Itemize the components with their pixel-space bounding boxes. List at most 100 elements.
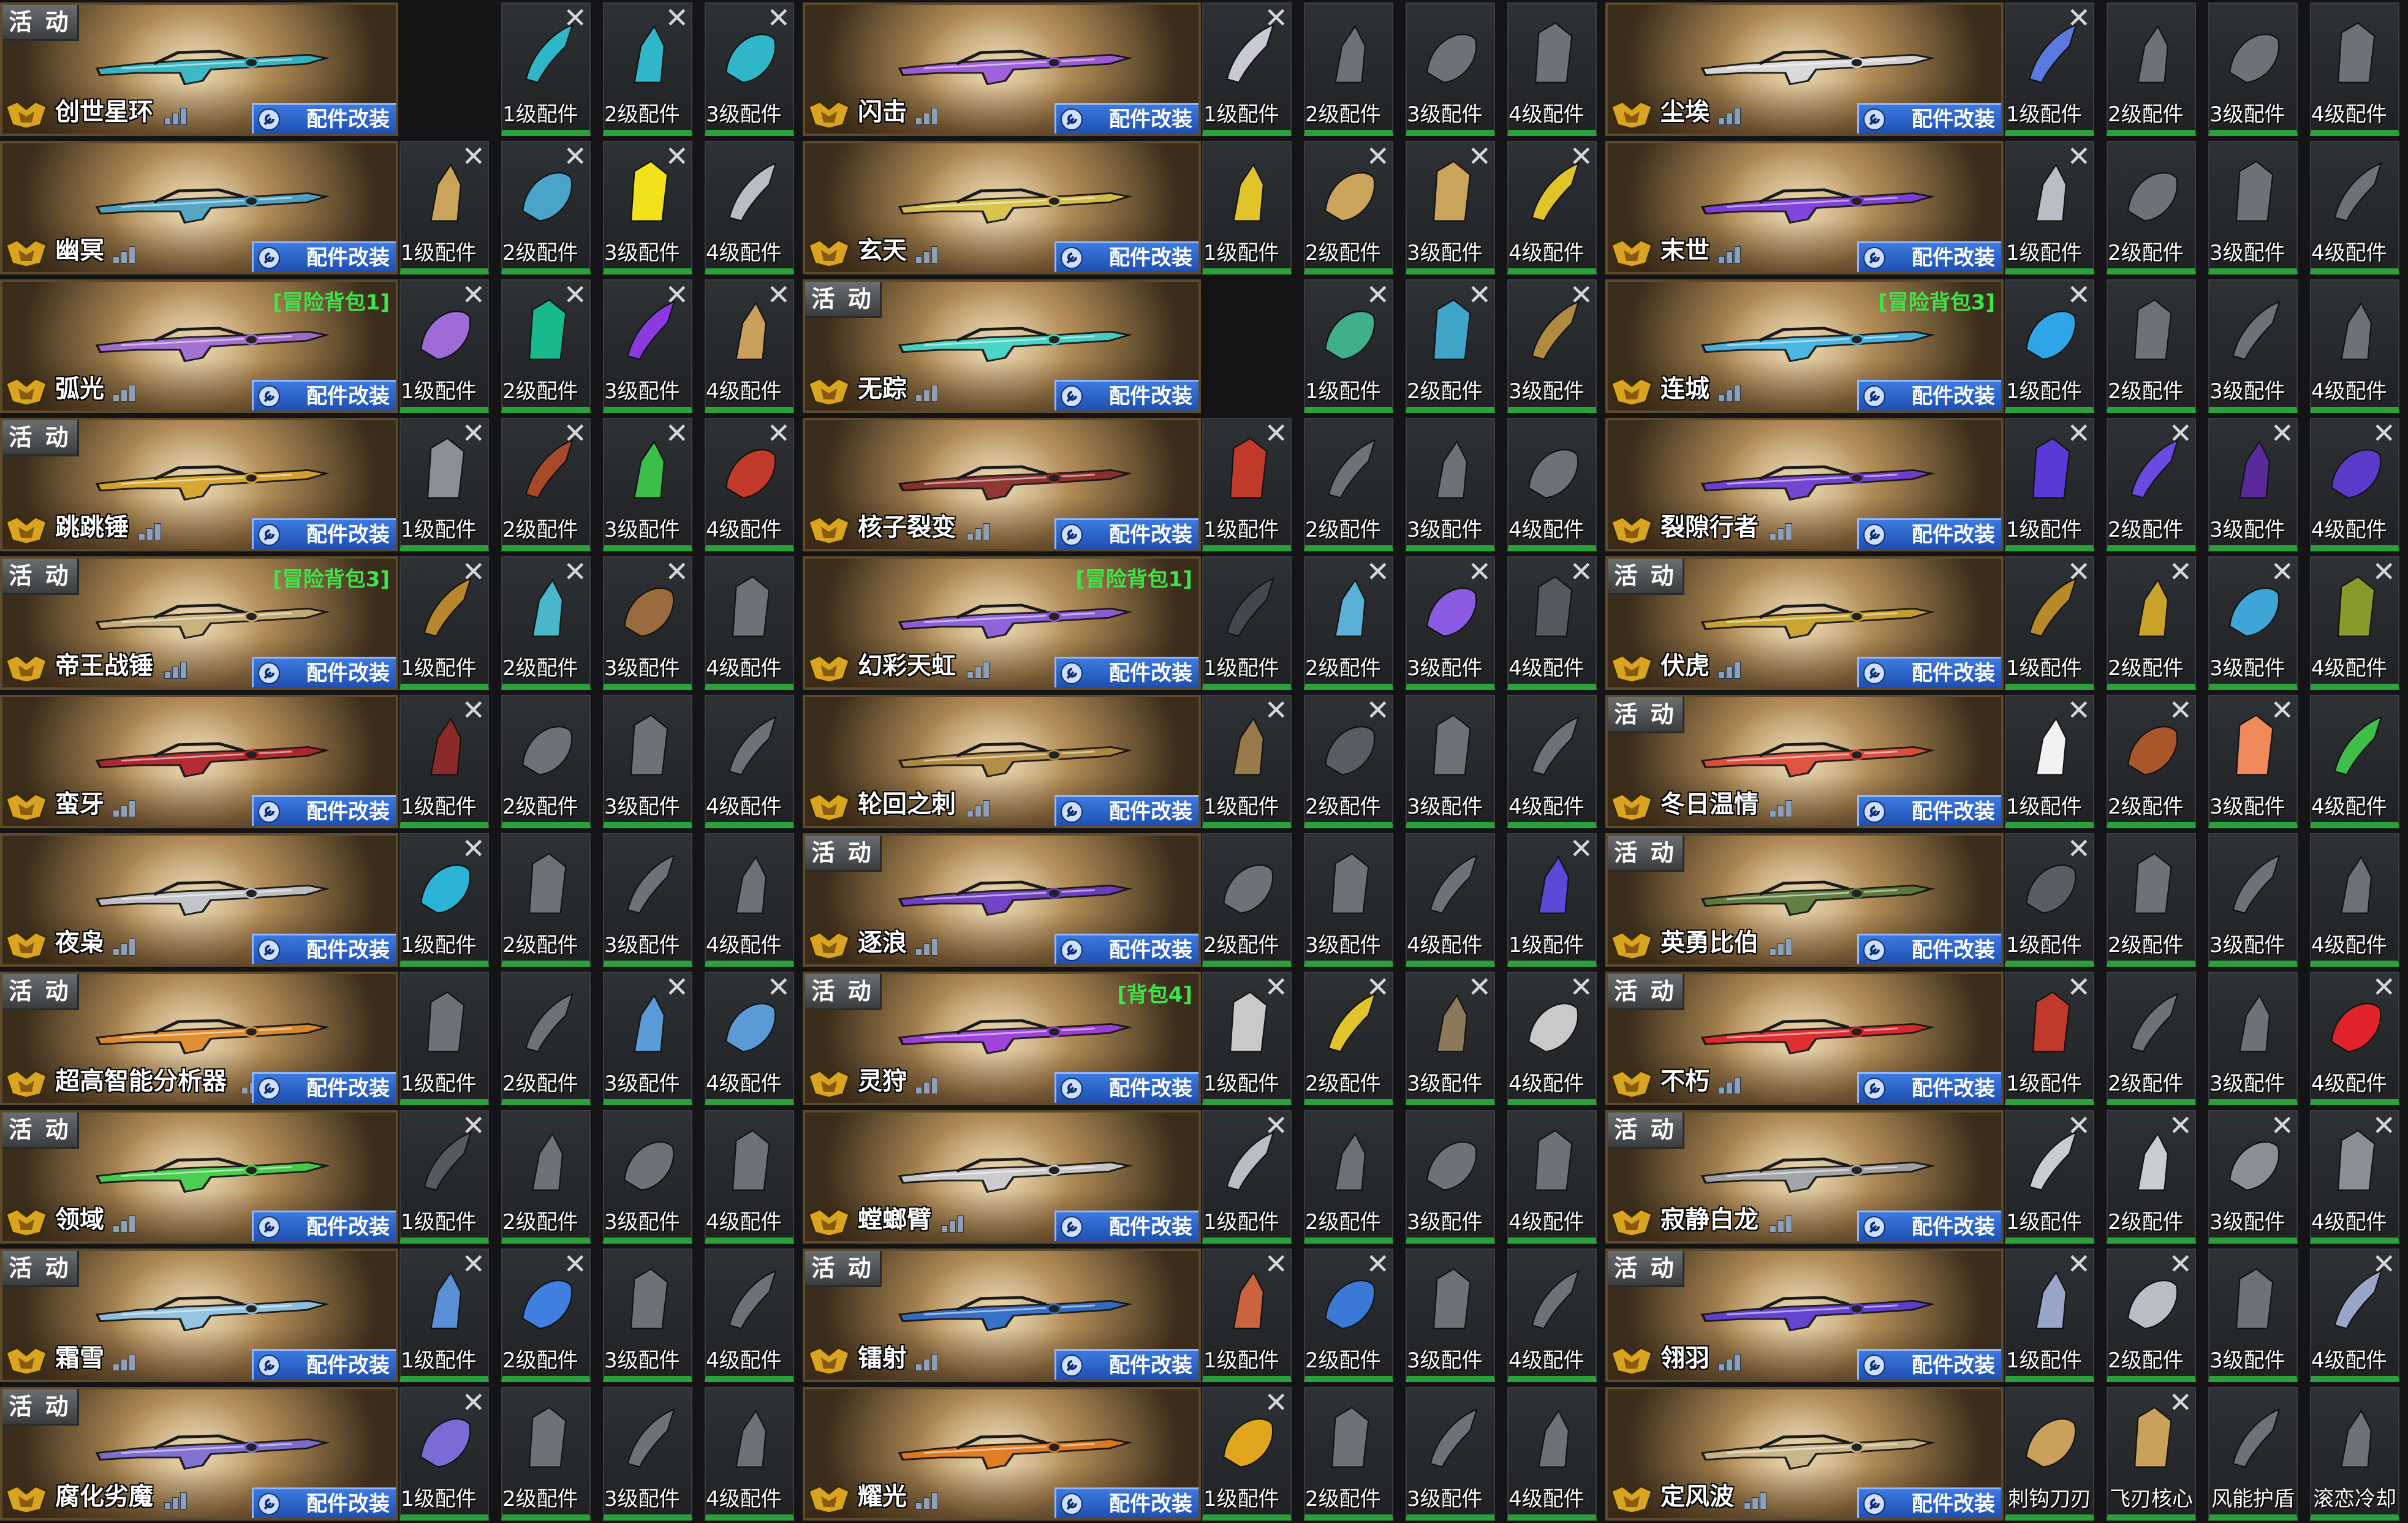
remove-accessory-icon[interactable]: ✕ <box>1569 557 1593 586</box>
accessory-slot[interactable]: ✕ 飞刃核心 <box>2107 1387 2196 1521</box>
modify-accessory-button[interactable]: 配件改装 <box>1054 1211 1198 1241</box>
remove-accessory-icon[interactable]: ✕ <box>2168 696 2192 724</box>
remove-accessory-icon[interactable]: ✕ <box>1264 973 1288 1001</box>
remove-accessory-icon[interactable]: ✕ <box>2067 696 2091 724</box>
accessory-slot[interactable]: 刺钩刀刃 <box>2005 1387 2094 1521</box>
modify-accessory-button[interactable]: 配件改装 <box>252 241 396 272</box>
accessory-slot[interactable]: 3级配件（ <box>1304 833 1393 967</box>
accessory-slot[interactable]: ✕ 1级配件（ <box>2005 141 2094 274</box>
accessory-slot[interactable]: ✕ 1级配件（ <box>399 418 489 551</box>
remove-accessory-icon[interactable]: ✕ <box>2270 696 2294 724</box>
modify-accessory-button[interactable]: 配件改装 <box>1857 1072 2001 1103</box>
remove-accessory-icon[interactable]: ✕ <box>665 4 689 32</box>
weapon-card[interactable]: 活 动 冬日温情 配件改装 <box>1605 695 2004 828</box>
accessory-slot[interactable]: 2级配件（ <box>2107 141 2196 274</box>
remove-accessory-icon[interactable]: ✕ <box>1366 142 1390 170</box>
remove-accessory-icon[interactable]: ✕ <box>2067 1111 2091 1139</box>
remove-accessory-icon[interactable]: ✕ <box>665 142 689 170</box>
accessory-slot[interactable]: ✕ 1级配件（ <box>399 1110 489 1244</box>
remove-accessory-icon[interactable]: ✕ <box>1366 973 1390 1001</box>
modify-accessory-button[interactable]: 配件改装 <box>252 1211 396 1241</box>
weapon-card[interactable]: 活 动 镭射 配件改装 <box>803 1249 1201 1382</box>
accessory-slot[interactable]: ✕ 1级配件（ <box>1202 972 1292 1105</box>
remove-accessory-icon[interactable]: ✕ <box>767 281 790 309</box>
accessory-slot[interactable]: 3级配件（ <box>1406 695 1495 828</box>
accessory-slot[interactable]: 2级配件（ <box>1304 418 1393 551</box>
accessory-slot[interactable]: ✕ 3级配件（ <box>603 279 692 413</box>
weapon-card[interactable]: 活 动 腐化劣魔 配件改装 <box>0 1387 398 1521</box>
remove-accessory-icon[interactable]: ✕ <box>767 4 790 32</box>
modify-accessory-button[interactable]: 配件改装 <box>252 1349 396 1380</box>
accessory-slot[interactable]: 4级配件（ <box>2310 141 2399 274</box>
accessory-slot[interactable]: 3级配件（ <box>1406 1249 1495 1382</box>
modify-accessory-button[interactable]: 配件改装 <box>1054 380 1198 410</box>
accessory-slot[interactable]: 4级配件（ <box>2310 279 2399 413</box>
remove-accessory-icon[interactable]: ✕ <box>2372 1250 2396 1278</box>
accessory-slot[interactable]: ✕ 2级配件（ <box>1304 1249 1393 1382</box>
weapon-card[interactable]: 活 动 寂静白龙 配件改装 <box>1605 1110 2004 1244</box>
remove-accessory-icon[interactable]: ✕ <box>2168 1388 2192 1416</box>
remove-accessory-icon[interactable]: ✕ <box>1467 557 1491 586</box>
accessory-slot[interactable]: ✕ 4级配件（ <box>705 972 794 1105</box>
accessory-slot[interactable]: 2级配件（ <box>2107 279 2196 413</box>
remove-accessory-icon[interactable]: ✕ <box>2168 1111 2192 1139</box>
accessory-slot[interactable]: 2级配件（ <box>501 833 591 967</box>
remove-accessory-icon[interactable]: ✕ <box>2270 557 2294 586</box>
remove-accessory-icon[interactable]: ✕ <box>767 419 790 447</box>
remove-accessory-icon[interactable]: ✕ <box>1264 1250 1288 1278</box>
weapon-card[interactable]: 尘埃 配件改装 <box>1605 2 2004 136</box>
accessory-slot[interactable]: 2级配件（ <box>501 695 591 828</box>
accessory-slot[interactable]: ✕ 3级配件（ <box>1406 556 1495 690</box>
remove-accessory-icon[interactable]: ✕ <box>563 419 587 447</box>
accessory-slot[interactable]: 3级配件（ <box>2208 833 2298 967</box>
weapon-card[interactable]: 活 动 创世星环 配件改装 <box>0 2 398 136</box>
remove-accessory-icon[interactable]: ✕ <box>1366 696 1390 724</box>
remove-accessory-icon[interactable]: ✕ <box>461 1250 485 1278</box>
remove-accessory-icon[interactable]: ✕ <box>2372 557 2396 586</box>
remove-accessory-icon[interactable]: ✕ <box>1264 1388 1288 1416</box>
remove-accessory-icon[interactable]: ✕ <box>461 696 485 724</box>
remove-accessory-icon[interactable]: ✕ <box>563 557 587 586</box>
accessory-slot[interactable]: ✕ 1级配件（ <box>1202 695 1292 828</box>
weapon-card[interactable]: 活 动 [冒险背包3] 帝王战锤 配件改装 <box>0 556 398 690</box>
remove-accessory-icon[interactable]: ✕ <box>563 142 587 170</box>
accessory-slot[interactable]: 3级配件（ <box>1406 1387 1495 1521</box>
accessory-slot[interactable]: ✕ 1级配件（ <box>399 833 489 967</box>
accessory-slot[interactable]: 2级配件（ <box>2107 833 2196 967</box>
weapon-card[interactable]: 活 动 跳跳锤 配件改装 <box>0 418 398 551</box>
modify-accessory-button[interactable]: 配件改装 <box>1054 103 1198 134</box>
remove-accessory-icon[interactable]: ✕ <box>1569 281 1593 309</box>
accessory-slot[interactable]: 2级配件（ <box>2107 2 2196 136</box>
accessory-slot[interactable]: ✕ 2级配件（ <box>1406 279 1495 413</box>
accessory-slot[interactable]: 3级配件（ <box>2208 1249 2298 1382</box>
accessory-slot[interactable]: ✕ 3级配件（ <box>1507 279 1597 413</box>
accessory-slot[interactable]: 2级配件（ <box>2107 972 2196 1105</box>
accessory-slot[interactable]: 4级配件（ <box>2310 2 2399 136</box>
weapon-card[interactable]: 活 动 超高智能分析器 配件改装 <box>0 972 398 1105</box>
remove-accessory-icon[interactable]: ✕ <box>2270 1111 2294 1139</box>
accessory-slot[interactable]: 3级配件（ <box>603 1249 692 1382</box>
accessory-slot[interactable]: ✕ 2级配件（ <box>501 418 591 551</box>
weapon-card[interactable]: 夜枭 配件改装 <box>0 833 398 967</box>
modify-accessory-button[interactable]: 配件改装 <box>1857 795 2001 826</box>
remove-accessory-icon[interactable]: ✕ <box>2168 557 2192 586</box>
weapon-card[interactable]: [冒险背包3] 连城 配件改装 <box>1605 279 2004 413</box>
remove-accessory-icon[interactable]: ✕ <box>1569 834 1593 863</box>
accessory-slot[interactable]: 4级配件（ <box>705 1249 794 1382</box>
remove-accessory-icon[interactable]: ✕ <box>2270 419 2294 447</box>
accessory-slot[interactable]: 1级配件（ <box>1202 141 1292 274</box>
weapon-card[interactable]: 核子裂变 配件改装 <box>803 418 1201 551</box>
accessory-slot[interactable]: 滚恋冷却 <box>2310 1387 2399 1521</box>
remove-accessory-icon[interactable]: ✕ <box>2067 1250 2091 1278</box>
accessory-slot[interactable]: ✕ 2级配件（ <box>501 556 591 690</box>
modify-accessory-button[interactable]: 配件改装 <box>1054 1487 1198 1518</box>
accessory-slot[interactable]: ✕ 1级配件（ <box>399 279 489 413</box>
accessory-slot[interactable]: ✕ 1级配件（ <box>1507 833 1597 967</box>
modify-accessory-button[interactable]: 配件改装 <box>1054 241 1198 272</box>
accessory-slot[interactable]: 4级配件（ <box>1406 833 1495 967</box>
accessory-slot[interactable]: ✕ 4级配件（ <box>2310 972 2399 1105</box>
weapon-card[interactable]: 活 动 逐浪 配件改装 <box>803 833 1201 967</box>
modify-accessory-button[interactable]: 配件改装 <box>252 1487 396 1518</box>
remove-accessory-icon[interactable]: ✕ <box>2067 281 2091 309</box>
modify-accessory-button[interactable]: 配件改装 <box>252 934 396 964</box>
